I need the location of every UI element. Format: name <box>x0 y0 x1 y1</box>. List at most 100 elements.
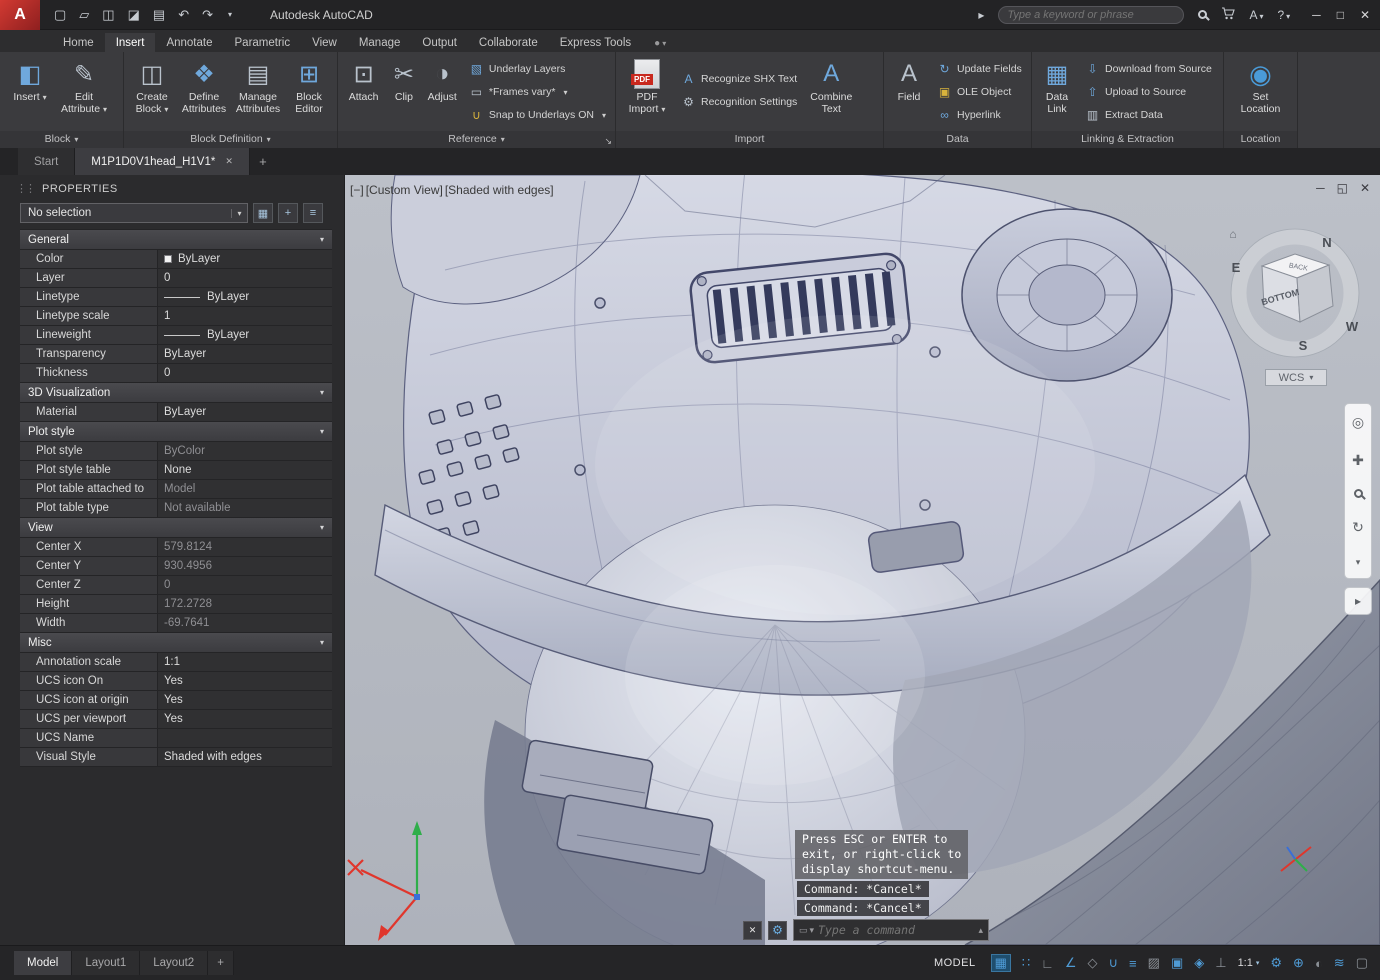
nav-wheel-icon[interactable]: ◎ <box>1352 414 1364 431</box>
drawing-minimize-icon[interactable]: ─ <box>1316 181 1325 195</box>
panel-footer-location[interactable]: Location <box>1224 131 1297 148</box>
save-icon[interactable]: ◫ <box>102 7 114 23</box>
viewcube-south[interactable]: S <box>1299 338 1308 353</box>
command-close-icon[interactable]: ✕ <box>743 920 762 940</box>
underlay-layers-button[interactable]: ▧ Underlay Layers <box>465 59 610 79</box>
tab-manage[interactable]: Manage <box>348 33 412 52</box>
section-view[interactable]: View ▾ <box>20 518 332 538</box>
clean-screen-icon[interactable]: ▢ <box>1356 955 1368 971</box>
ribbon-options-icon[interactable]: ● ▾ <box>648 34 672 52</box>
save-as-icon[interactable]: ◪ <box>128 7 140 23</box>
workspace-gear-icon[interactable]: ⚙ <box>1270 955 1282 971</box>
recognize-shx-text-button[interactable]: A Recognize SHX Text <box>677 69 801 89</box>
isolate-objects-icon[interactable]: ◐ <box>1315 956 1323 971</box>
prop-ucs-icon-on[interactable]: UCS icon On Yes <box>20 672 332 691</box>
selection-dropdown[interactable]: No selection ▾ <box>20 203 248 223</box>
attach-button[interactable]: ⊡ Attach <box>341 55 386 104</box>
prop-center-z[interactable]: Center Z0 <box>20 576 332 595</box>
tab-annotate[interactable]: Annotate <box>155 33 223 52</box>
cart-icon[interactable] <box>1221 6 1236 23</box>
viewcube-north[interactable]: N <box>1322 235 1331 250</box>
tab-express-tools[interactable]: Express Tools <box>549 33 642 52</box>
tab-collaborate[interactable]: Collaborate <box>468 33 549 52</box>
palette-title[interactable]: PROPERTIES <box>0 175 344 199</box>
nav-more-icon[interactable]: ▾ <box>1356 557 1361 568</box>
prop-linetype[interactable]: Linetype ByLayer <box>20 288 332 307</box>
annotation-scale-button[interactable]: 1:1 ▾ <box>1238 957 1260 969</box>
orbit-icon[interactable]: ↻ <box>1352 519 1364 536</box>
search-icon[interactable] <box>1198 10 1208 19</box>
block-editor-button[interactable]: ⊞ Block Editor <box>285 55 333 115</box>
frames-button[interactable]: ▭ *Frames vary* <box>465 82 610 102</box>
graphics-performance-icon[interactable]: ≋ <box>1334 955 1345 971</box>
panel-footer-block[interactable]: Block <box>0 131 123 148</box>
new-layout-button[interactable]: + <box>208 951 234 975</box>
new-file-icon[interactable]: ▢ <box>54 7 66 23</box>
transparency-icon[interactable]: ▨ <box>1148 955 1160 971</box>
app-logo-button[interactable]: A <box>0 0 40 30</box>
autodesk-account-icon[interactable]: A ▾ <box>1249 8 1263 22</box>
redo-icon[interactable]: ↷ <box>202 7 213 23</box>
prop-lineweight[interactable]: Lineweight ByLayer <box>20 326 332 345</box>
select-objects-button[interactable]: ≡ <box>303 203 323 223</box>
panel-footer-reference[interactable]: Reference ↘ <box>338 131 615 148</box>
viewcube[interactable]: N E W S BACK BOTTOM ⌂ <box>1210 210 1380 380</box>
pdf-import-button[interactable]: PDF PDF Import <box>619 55 675 115</box>
snap-mode-icon[interactable]: ∷ <box>1022 955 1030 971</box>
define-attributes-button[interactable]: ❖ Define Attributes <box>177 55 231 115</box>
tab-close-icon[interactable]: ✕ <box>225 156 233 167</box>
3d-object-snap-icon[interactable]: ◈ <box>1194 955 1204 971</box>
recent-commands-icon[interactable]: ▴ <box>978 925 983 936</box>
tab-insert[interactable]: Insert <box>104 33 156 52</box>
snap-to-underlays-button[interactable]: ∪ Snap to Underlays ON <box>465 105 610 125</box>
viewcube-west[interactable]: W <box>1346 319 1359 334</box>
tab-parametric[interactable]: Parametric <box>224 33 302 52</box>
tab-home[interactable]: Home <box>52 33 105 52</box>
create-block-button[interactable]: ◫ Create Block <box>127 55 177 115</box>
layout1-tab[interactable]: Layout1 <box>72 951 141 975</box>
command-customize-icon[interactable]: ⚙ <box>768 920 787 940</box>
prop-thickness[interactable]: Thickness 0 <box>20 364 332 383</box>
download-from-source-button[interactable]: ⇩ Download from Source <box>1081 59 1216 79</box>
prop-ucs-icon-at-origin[interactable]: UCS icon at origin Yes <box>20 691 332 710</box>
prop-ucs-name[interactable]: UCS Name <box>20 729 332 748</box>
visual-style-control[interactable]: [Shaded with edges] <box>445 183 554 197</box>
search-expand-icon[interactable]: ▸ <box>978 8 984 22</box>
section-misc[interactable]: Misc ▾ <box>20 633 332 653</box>
drawing-close-icon[interactable]: ✕ <box>1360 181 1370 195</box>
drawing-restore-icon[interactable]: ◱ <box>1337 181 1348 195</box>
adjust-button[interactable]: ◑ Adjust <box>422 55 463 104</box>
prop-transparency[interactable]: Transparency ByLayer <box>20 345 332 364</box>
prop-plot-table-type[interactable]: Plot table type Not available <box>20 499 332 518</box>
data-link-button[interactable]: ▦ Data Link <box>1035 55 1079 115</box>
clip-button[interactable]: ✂ Clip <box>386 55 421 104</box>
object-snap-icon[interactable]: ∪ <box>1109 955 1119 971</box>
tab-view[interactable]: View <box>301 33 348 52</box>
tab-output[interactable]: Output <box>411 33 468 52</box>
prop-material[interactable]: Material ByLayer <box>20 403 332 422</box>
close-icon[interactable]: ✕ <box>1360 8 1370 22</box>
command-prompt-icon[interactable]: ▭ ▾ <box>799 925 814 936</box>
drawing-viewport[interactable]: [−] [Custom View] [Shaded with edges] ─ … <box>345 175 1380 945</box>
panel-footer-linking-extraction[interactable]: Linking & Extraction <box>1032 131 1223 148</box>
prop-height[interactable]: Height 172.2728 <box>20 595 332 614</box>
prop-plot-table-attached-to[interactable]: Plot table attached to Model <box>20 480 332 499</box>
isometric-drafting-icon[interactable]: ◇ <box>1088 955 1098 971</box>
recognition-settings-button[interactable]: ⚙ Recognition Settings <box>677 92 801 112</box>
ole-object-button[interactable]: ▣ OLE Object <box>933 82 1026 102</box>
qat-menu-icon[interactable]: ▾ <box>228 10 232 19</box>
lineweight-icon[interactable]: ≡ <box>1129 956 1137 971</box>
grid-icon[interactable]: ▦ <box>990 954 1011 972</box>
prop-visual-style[interactable]: Visual Style Shaded with edges <box>20 748 332 767</box>
zoom-icon[interactable] <box>1353 489 1363 499</box>
selection-cycling-icon[interactable]: ▣ <box>1171 955 1183 971</box>
new-drawing-button[interactable]: + <box>250 148 276 175</box>
viewcube-home-icon[interactable]: ⌂ <box>1229 227 1236 241</box>
prop-plot-style[interactable]: Plot style ByColor <box>20 442 332 461</box>
toggle-pickadd-button[interactable]: + <box>278 203 298 223</box>
dynamic-ucs-icon[interactable]: ⊥ <box>1215 955 1226 971</box>
manage-attributes-button[interactable]: ▤ Manage Attributes <box>231 55 285 115</box>
extract-data-button[interactable]: ▥ Extract Data <box>1081 105 1216 125</box>
drawing-tab[interactable]: M1P1D0V1head_H1V1* ✕ <box>75 148 250 175</box>
model-space-button[interactable]: MODEL <box>934 957 976 969</box>
